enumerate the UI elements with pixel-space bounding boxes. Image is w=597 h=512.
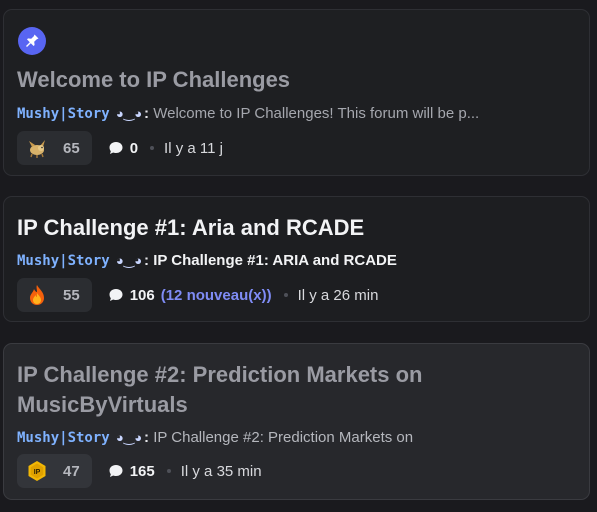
message-icon <box>108 463 124 479</box>
reaction-count: 47 <box>63 462 80 480</box>
post-stats: 65 0 Il y a 11 j <box>17 131 575 165</box>
post-preview: Mushy|Story ◕‿◕: IP Challenge #1: ARIA a… <box>17 250 575 272</box>
author-decoration: ◕‿◕ <box>115 430 143 445</box>
message-count: 106 <box>129 286 155 304</box>
post-stats: 55 106 (12 nouveau(x)) Il y a 26 min <box>17 278 575 312</box>
author-name[interactable]: Mushy|Story <box>17 430 110 446</box>
separator-dot <box>166 469 171 473</box>
separator-dot <box>283 293 288 297</box>
message-count: 165 <box>129 462 155 480</box>
post-title[interactable]: IP Challenge #2: Prediction Markets on M… <box>17 360 577 420</box>
post-title[interactable]: Welcome to IP Challenges <box>17 65 290 95</box>
dragon-icon <box>25 136 49 160</box>
reaction-button[interactable]: IP 47 <box>17 454 92 488</box>
post-time: Il y a 26 min <box>297 286 379 304</box>
fire-icon <box>25 283 49 307</box>
forum-post-card[interactable]: Welcome to IP Challenges Mushy|Story ◕‿◕… <box>3 9 590 176</box>
author-name[interactable]: Mushy|Story <box>17 106 110 122</box>
author-decoration: ◕‿◕ <box>115 106 143 121</box>
reaction-count: 65 <box>63 139 80 157</box>
preview-text: Welcome to IP Challenges! This forum wil… <box>153 105 480 122</box>
preview-colon: : <box>144 105 150 122</box>
post-preview: Mushy|Story ◕‿◕: IP Challenge #2: Predic… <box>17 427 575 449</box>
post-stats: IP 47 165 Il y a 35 min <box>17 454 575 488</box>
pin-icon <box>18 27 46 55</box>
ip-coin-icon: IP <box>25 459 49 483</box>
new-messages-count[interactable]: (12 nouveau(x)) <box>161 287 272 304</box>
reaction-button[interactable]: 65 <box>17 131 92 165</box>
message-count: 0 <box>129 139 139 157</box>
preview-text: IP Challenge #1: ARIA and RCADE <box>153 252 397 269</box>
forum-post-card[interactable]: IP Challenge #1: Aria and RCADE Mushy|St… <box>3 196 590 322</box>
svg-text:IP: IP <box>34 469 41 476</box>
forum-post-card[interactable]: IP Challenge #2: Prediction Markets on M… <box>3 343 590 500</box>
author-decoration: ◕‿◕ <box>115 253 143 268</box>
message-icon <box>108 140 124 156</box>
preview-text: IP Challenge #2: Prediction Markets on <box>153 429 414 446</box>
reaction-button[interactable]: 55 <box>17 278 92 312</box>
preview-colon: : <box>144 429 150 446</box>
separator-dot <box>150 146 155 150</box>
post-preview: Mushy|Story ◕‿◕: Welcome to IP Challenge… <box>17 103 575 125</box>
message-icon <box>108 287 124 303</box>
reaction-count: 55 <box>63 286 80 304</box>
author-name[interactable]: Mushy|Story <box>17 253 110 269</box>
post-time: Il y a 11 j <box>164 139 223 157</box>
preview-colon: : <box>144 252 150 269</box>
post-time: Il y a 35 min <box>180 462 262 480</box>
post-title[interactable]: IP Challenge #1: Aria and RCADE <box>17 213 364 243</box>
